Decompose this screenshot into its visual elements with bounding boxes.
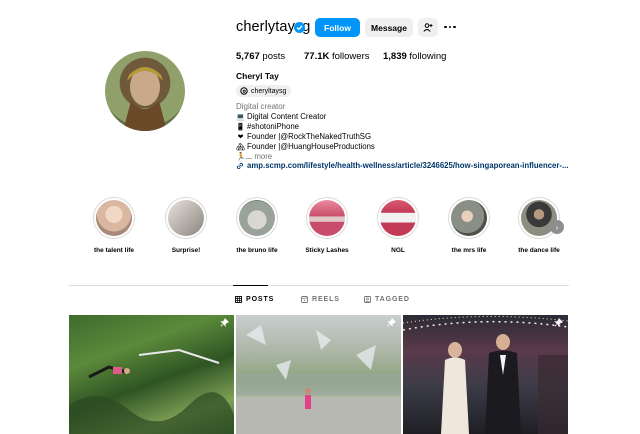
highlight-cover xyxy=(309,200,345,236)
followers-stat[interactable]: 77.1K followers xyxy=(304,51,370,62)
posts-label: posts xyxy=(262,51,286,62)
threads-handle: cheryltaysg xyxy=(251,87,287,95)
following-label: following xyxy=(409,51,447,62)
pinned-icon xyxy=(220,318,229,327)
highlight-item[interactable]: the mrs life xyxy=(439,197,499,254)
tab-posts[interactable]: POSTS xyxy=(235,296,274,303)
highlight-item[interactable]: Surprise! xyxy=(156,197,216,254)
more-options-icon[interactable] xyxy=(442,20,458,34)
highlight-item[interactable]: NGL xyxy=(368,197,428,254)
pinned-icon xyxy=(554,318,563,327)
reels-icon xyxy=(301,296,308,303)
verified-badge-icon xyxy=(294,22,305,33)
highlight-cover xyxy=(451,200,487,236)
chevron-right-icon[interactable]: › xyxy=(550,220,564,234)
followers-label: followers xyxy=(332,51,370,62)
profile-link[interactable]: amp.scmp.com/lifestyle/health-wellness/a… xyxy=(236,161,569,170)
highlight-cover xyxy=(96,200,132,236)
pinned-icon xyxy=(387,318,396,327)
highlight-item[interactable]: the talent life xyxy=(84,197,144,254)
tagged-icon xyxy=(364,296,371,303)
highlight-label: the talent life xyxy=(93,247,135,254)
highlight-cover xyxy=(239,200,275,236)
highlight-label: Sticky Lashes xyxy=(305,247,349,254)
house-icon: 🏘 xyxy=(236,144,245,151)
profile-full-name: Cheryl Tay xyxy=(236,71,279,81)
post-tile[interactable] xyxy=(69,315,234,434)
posts-count: 5,767 xyxy=(236,51,260,62)
follow-button[interactable]: Follow xyxy=(315,18,360,37)
highlight-item[interactable]: Sticky Lashes xyxy=(297,197,357,254)
highlight-cover xyxy=(380,200,416,236)
highlight-label: the bruno life xyxy=(236,247,278,254)
bio-line-truncated: 🏃‍... more xyxy=(236,152,273,161)
profile-category: Digital creator xyxy=(236,102,286,111)
post-tile[interactable] xyxy=(236,315,401,434)
post-tile[interactable] xyxy=(403,315,568,434)
grid-icon xyxy=(235,296,242,303)
bio-line: ❤ Founder |@RockTheNakedTruthSG xyxy=(237,132,372,141)
suggested-users-button[interactable] xyxy=(418,18,438,37)
bio-line: 🏘 Founder |@HuangHouseProductions xyxy=(236,142,375,151)
add-user-icon xyxy=(423,23,433,32)
highlight-label: the dance life xyxy=(518,247,560,254)
profile-avatar[interactable] xyxy=(105,51,185,131)
threads-badge[interactable]: cheryltaysg xyxy=(236,85,292,97)
more-link[interactable]: more xyxy=(254,152,272,161)
following-stat[interactable]: 1,839 following xyxy=(383,51,446,62)
highlight-item[interactable]: the bruno life xyxy=(227,197,287,254)
highlight-cover xyxy=(168,200,204,236)
tabs-divider xyxy=(69,285,569,286)
heart-icon: ❤ xyxy=(237,134,244,141)
threads-icon xyxy=(240,87,248,95)
link-icon xyxy=(236,162,244,169)
tab-reels[interactable]: REELS xyxy=(301,296,340,303)
posts-stat: 5,767 posts xyxy=(236,51,285,62)
followers-count: 77.1K xyxy=(304,51,330,62)
phone-icon: 📱 xyxy=(236,124,245,131)
laptop-icon: 💻 xyxy=(236,114,245,121)
active-tab-indicator xyxy=(233,285,268,286)
following-count: 1,839 xyxy=(383,51,407,62)
tab-tagged[interactable]: TAGGED xyxy=(364,296,410,303)
message-button[interactable]: Message xyxy=(365,18,413,37)
bio-line: 📱 #shotoniPhone xyxy=(236,122,300,131)
highlight-label: the mrs life xyxy=(451,247,487,254)
highlight-label: Surprise! xyxy=(171,247,201,254)
highlight-label: NGL xyxy=(391,247,405,254)
bio-line: 💻 Digital Content Creator xyxy=(236,112,327,121)
